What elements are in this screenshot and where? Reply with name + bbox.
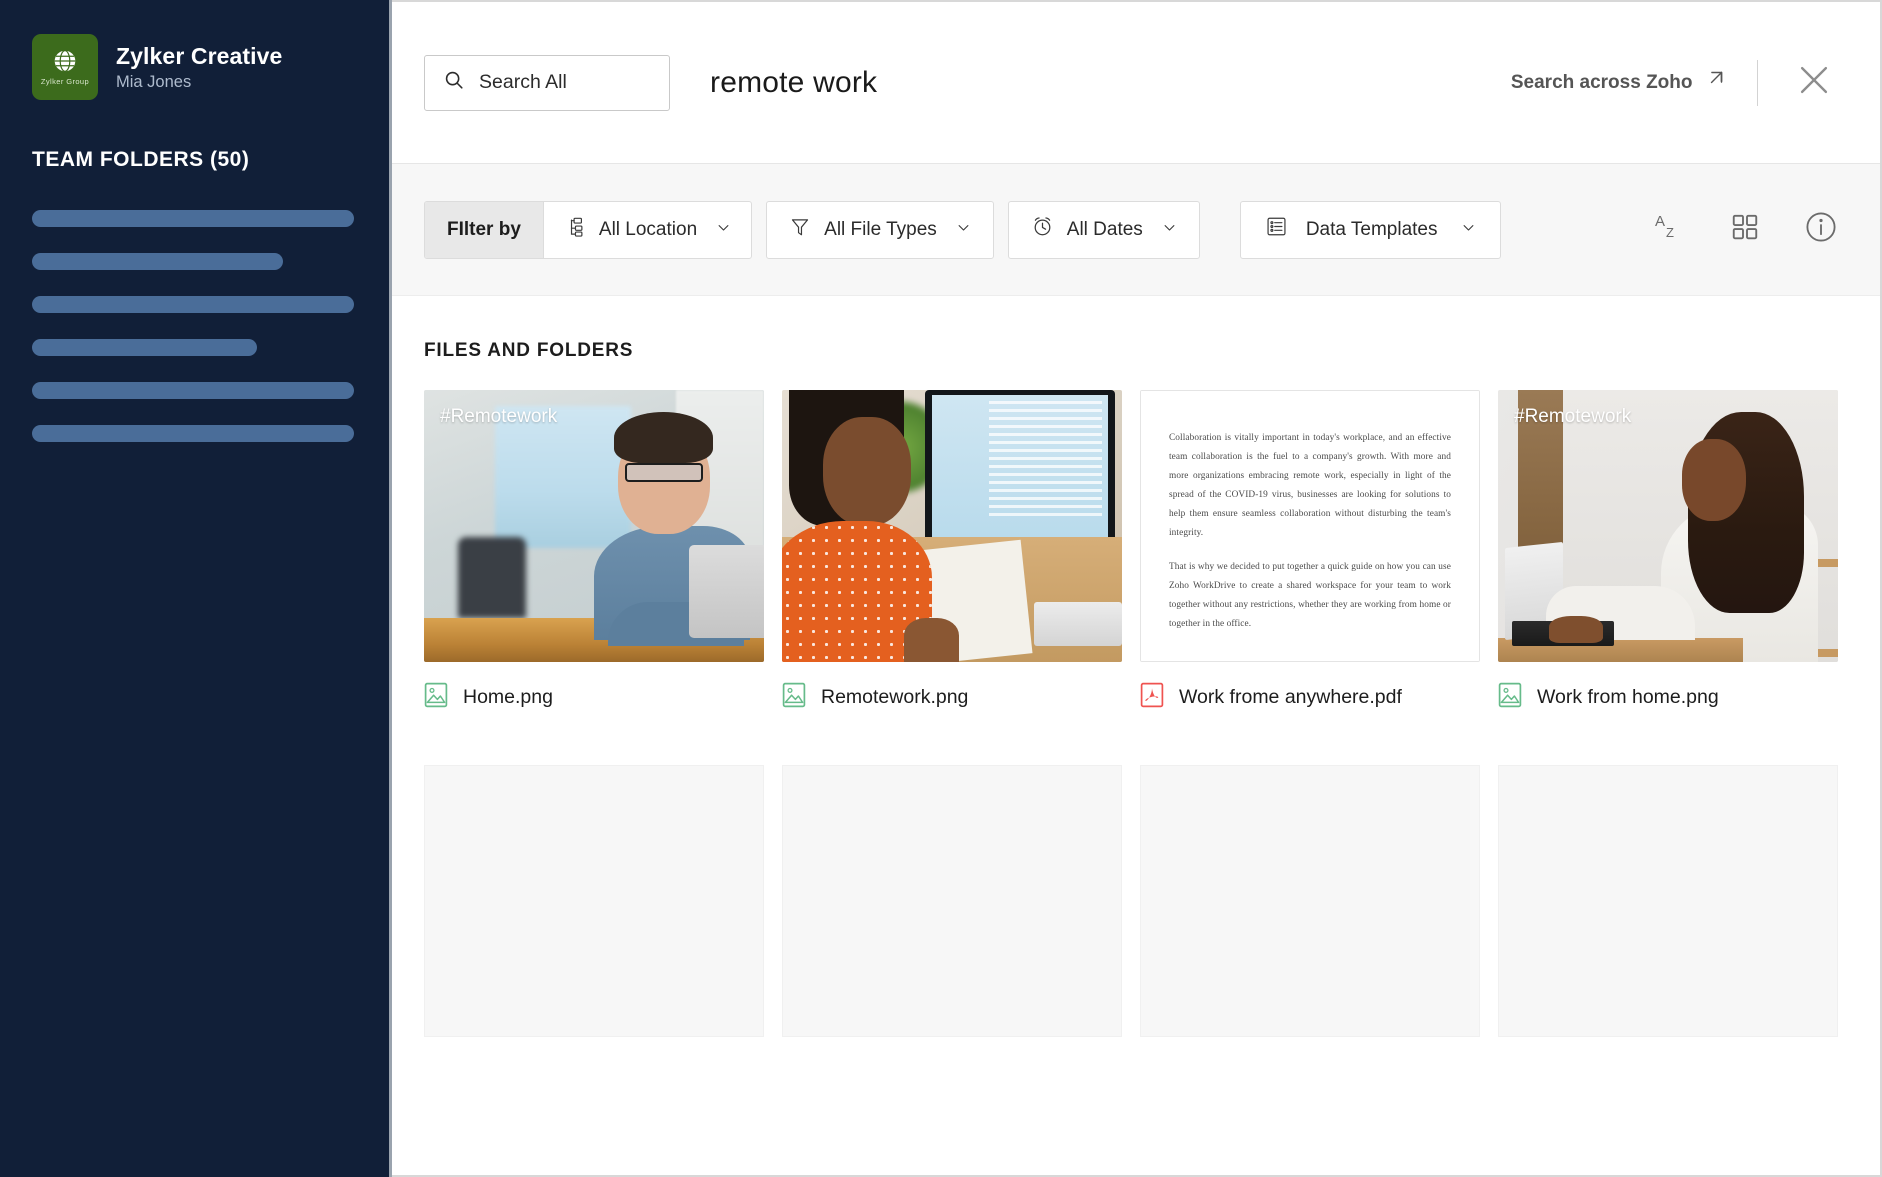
file-card: #Remotework Work from home.png: [1498, 390, 1838, 713]
info-icon: [1804, 210, 1838, 249]
app-window: Zylker Group Zylker Creative Mia Jones T…: [0, 0, 1882, 1177]
list-item[interactable]: [32, 296, 354, 313]
team-folders-list: [32, 210, 354, 442]
chevron-down-icon: [1461, 219, 1476, 241]
file-thumbnail[interactable]: #Remotework: [1498, 390, 1838, 662]
close-button[interactable]: [1790, 59, 1838, 107]
search-input[interactable]: Search All: [424, 55, 670, 111]
file-name-row[interactable]: Home.png: [424, 682, 764, 713]
search-panel: Search All remote work Search across Zoh…: [392, 0, 1882, 1177]
thumbnail-tag: #Remotework: [1514, 406, 1631, 428]
pdf-preview-paragraph: That is why we decided to put together a…: [1169, 558, 1451, 634]
chevron-down-icon: [1162, 219, 1177, 241]
image-file-icon: [782, 682, 806, 713]
grid-view-button[interactable]: [1730, 212, 1760, 247]
filter-all-file-types[interactable]: All File Types: [766, 201, 994, 259]
file-name-label: Work from home.png: [1537, 686, 1719, 709]
grid-view-icon: [1730, 212, 1760, 247]
brand-header[interactable]: Zylker Group Zylker Creative Mia Jones: [32, 34, 354, 100]
sort-az-button[interactable]: A Z: [1652, 210, 1686, 249]
svg-text:Z: Z: [1666, 225, 1674, 240]
file-name-label: Work frome anywhere.pdf: [1179, 686, 1402, 709]
results-area: FILES AND FOLDERS: [392, 296, 1880, 1175]
list-item[interactable]: [32, 382, 354, 399]
loading-placeholder-grid: [424, 765, 1838, 1037]
image-file-icon: [1498, 682, 1522, 713]
file-name-row[interactable]: Remotework.png: [782, 682, 1122, 713]
placeholder-card: [424, 765, 764, 1037]
close-icon: [1795, 61, 1833, 104]
external-link-icon: [1704, 69, 1725, 96]
file-card: #Remotework Home.png: [424, 390, 764, 713]
filter-all-file-types-label: All File Types: [824, 219, 937, 241]
file-thumbnail[interactable]: #Remotework: [424, 390, 764, 662]
file-card: Remotework.png: [782, 390, 1122, 713]
sidebar: Zylker Group Zylker Creative Mia Jones T…: [0, 0, 392, 1177]
list-item[interactable]: [32, 253, 283, 270]
search-icon: [443, 69, 465, 96]
filter-all-location[interactable]: All Location: [544, 202, 751, 258]
info-button[interactable]: [1804, 210, 1838, 249]
header-divider: [1757, 60, 1759, 106]
alarm-clock-icon: [1031, 215, 1054, 244]
placeholder-card: [1498, 765, 1838, 1037]
form-list-icon: [1265, 215, 1288, 244]
file-name-row[interactable]: Work frome anywhere.pdf: [1140, 682, 1480, 713]
svg-text:A: A: [1655, 213, 1665, 230]
filter-all-dates[interactable]: All Dates: [1008, 201, 1200, 259]
file-name-label: Home.png: [463, 686, 553, 709]
list-item[interactable]: [32, 210, 354, 227]
files-grid: #Remotework Home.png: [424, 390, 1838, 713]
file-card: Collaboration is vitally important in to…: [1140, 390, 1480, 713]
search-query-text: remote work: [710, 66, 877, 100]
folder-tree-icon: [564, 216, 586, 244]
list-item[interactable]: [32, 425, 354, 442]
search-input-placeholder: Search All: [479, 71, 567, 94]
filter-all-dates-label: All Dates: [1067, 219, 1143, 241]
workspace-logo: Zylker Group: [32, 34, 98, 100]
placeholder-card: [1140, 765, 1480, 1037]
sort-az-icon: A Z: [1652, 210, 1686, 249]
funnel-icon: [789, 216, 811, 244]
user-name: Mia Jones: [116, 73, 282, 92]
search-header: Search All remote work Search across Zoh…: [392, 2, 1880, 164]
filter-data-templates[interactable]: Data Templates: [1240, 201, 1502, 259]
file-thumbnail[interactable]: [782, 390, 1122, 662]
file-name-row[interactable]: Work from home.png: [1498, 682, 1838, 713]
pdf-preview-paragraph: Collaboration is vitally important in to…: [1169, 429, 1451, 543]
workspace-title: Zylker Creative: [116, 43, 282, 70]
file-thumbnail[interactable]: Collaboration is vitally important in to…: [1140, 390, 1480, 662]
team-folders-heading: TEAM FOLDERS (50): [32, 148, 354, 172]
thumbnail-tag: #Remotework: [440, 406, 557, 428]
thumbnail-image: [1498, 390, 1838, 662]
chevron-down-icon: [716, 219, 731, 241]
filter-bar: FIlter by All Location: [392, 164, 1880, 296]
filter-data-templates-label: Data Templates: [1306, 219, 1438, 241]
logo-caption: Zylker Group: [41, 77, 89, 86]
thumbnail-image: [782, 390, 1122, 662]
placeholder-card: [782, 765, 1122, 1037]
filter-all-location-label: All Location: [599, 219, 697, 241]
image-file-icon: [424, 682, 448, 713]
pdf-file-icon: [1140, 682, 1164, 713]
filter-location-group: FIlter by All Location: [424, 201, 752, 259]
view-actions: A Z: [1652, 210, 1838, 249]
pdf-preview-page: Collaboration is vitally important in to…: [1141, 391, 1479, 661]
section-title-files-and-folders: FILES AND FOLDERS: [424, 340, 1838, 362]
file-name-label: Remotework.png: [821, 686, 968, 709]
list-item[interactable]: [32, 339, 257, 356]
thumbnail-image: [424, 390, 764, 662]
filter-by-label: FIlter by: [425, 202, 544, 258]
search-across-zoho-button[interactable]: Search across Zoho: [1511, 69, 1725, 96]
search-across-zoho-label: Search across Zoho: [1511, 72, 1693, 94]
thumbnail-image: Collaboration is vitally important in to…: [1141, 391, 1479, 661]
globe-icon: [52, 48, 78, 74]
chevron-down-icon: [956, 219, 971, 241]
